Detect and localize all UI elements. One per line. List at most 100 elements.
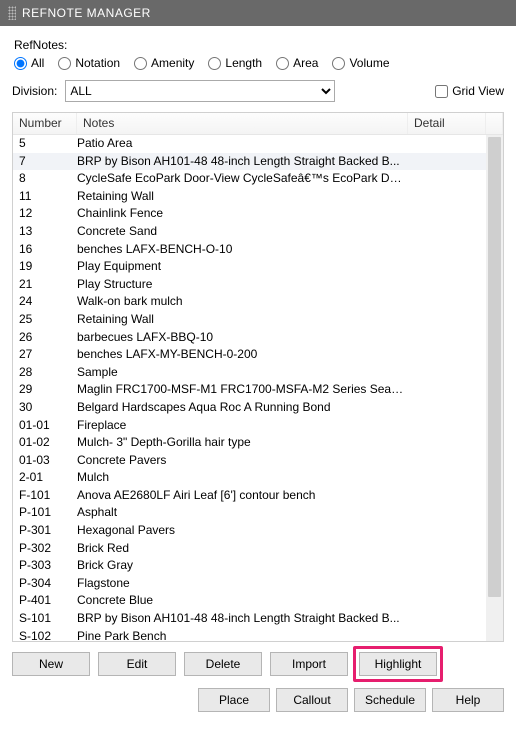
cell-number: 26: [13, 329, 77, 347]
schedule-button[interactable]: Schedule: [354, 688, 426, 712]
table-row[interactable]: S-101BRP by Bison AH101-48 48-inch Lengt…: [13, 610, 486, 628]
cell-detail: [408, 223, 486, 241]
cell-number: P-101: [13, 504, 77, 522]
cell-notes: Flagstone: [77, 575, 408, 593]
refnote-table: Number Notes Detail 5Patio Area7BRP by B…: [12, 112, 504, 642]
cell-detail: [408, 522, 486, 540]
cell-notes: Chainlink Fence: [77, 205, 408, 223]
cell-number: 13: [13, 223, 77, 241]
cell-notes: Brick Gray: [77, 557, 408, 575]
table-row[interactable]: P-303Brick Gray: [13, 557, 486, 575]
table-header: Number Notes Detail: [13, 113, 503, 135]
cell-number: P-304: [13, 575, 77, 593]
filter-amenity-label: Amenity: [151, 56, 194, 70]
highlight-emphasis-frame: Highlight: [353, 646, 443, 682]
highlight-button[interactable]: Highlight: [359, 652, 437, 676]
cell-detail: [408, 540, 486, 558]
cell-number: 8: [13, 170, 77, 188]
table-row[interactable]: 01-03Concrete Pavers: [13, 452, 486, 470]
cell-notes: Patio Area: [77, 135, 408, 153]
cell-number: S-102: [13, 628, 77, 641]
table-row[interactable]: 2-01Mulch: [13, 469, 486, 487]
table-row[interactable]: 01-01Fireplace: [13, 417, 486, 435]
col-header-number[interactable]: Number: [13, 113, 77, 134]
table-row[interactable]: 27benches LAFX-MY-BENCH-0-200: [13, 346, 486, 364]
table-row[interactable]: 24Walk-on bark mulch: [13, 293, 486, 311]
filter-notation[interactable]: Notation: [58, 56, 120, 70]
table-row[interactable]: 28Sample: [13, 364, 486, 382]
callout-button[interactable]: Callout: [276, 688, 348, 712]
table-row[interactable]: P-301Hexagonal Pavers: [13, 522, 486, 540]
filter-volume-label: Volume: [349, 56, 389, 70]
table-row[interactable]: 21Play Structure: [13, 276, 486, 294]
table-row[interactable]: 13Concrete Sand: [13, 223, 486, 241]
cell-detail: [408, 399, 486, 417]
table-row[interactable]: S-102Pine Park Bench: [13, 628, 486, 641]
cell-detail: [408, 205, 486, 223]
cell-detail: [408, 504, 486, 522]
col-header-notes[interactable]: Notes: [77, 113, 408, 134]
new-button[interactable]: New: [12, 652, 90, 676]
cell-detail: [408, 258, 486, 276]
cell-notes: BRP by Bison AH101-48 48-inch Length Str…: [77, 153, 408, 171]
filter-volume-radio[interactable]: [332, 57, 345, 70]
table-row[interactable]: P-302Brick Red: [13, 540, 486, 558]
cell-notes: benches LAFX-MY-BENCH-0-200: [77, 346, 408, 364]
cell-detail: [408, 135, 486, 153]
filter-all-label: All: [31, 56, 44, 70]
import-button[interactable]: Import: [270, 652, 348, 676]
help-button[interactable]: Help: [432, 688, 504, 712]
cell-detail: [408, 311, 486, 329]
cell-detail: [408, 329, 486, 347]
cell-number: P-302: [13, 540, 77, 558]
table-row[interactable]: P-304Flagstone: [13, 575, 486, 593]
filter-length[interactable]: Length: [208, 56, 262, 70]
filter-amenity[interactable]: Amenity: [134, 56, 194, 70]
table-row[interactable]: 7BRP by Bison AH101-48 48-inch Length St…: [13, 153, 486, 171]
scrollbar-thumb[interactable]: [488, 137, 501, 597]
vertical-scrollbar[interactable]: [486, 135, 503, 641]
table-row[interactable]: 11Retaining Wall: [13, 188, 486, 206]
division-select[interactable]: ALL: [65, 80, 335, 102]
cell-notes: Play Equipment: [77, 258, 408, 276]
table-row[interactable]: P-101Asphalt: [13, 504, 486, 522]
table-row[interactable]: 8CycleSafe EcoPark Door-View CycleSafeâ€…: [13, 170, 486, 188]
cell-notes: Concrete Sand: [77, 223, 408, 241]
filter-all[interactable]: All: [14, 56, 44, 70]
place-button[interactable]: Place: [198, 688, 270, 712]
filter-volume[interactable]: Volume: [332, 56, 389, 70]
filter-amenity-radio[interactable]: [134, 57, 147, 70]
table-row[interactable]: 16benches LAFX-BENCH-O-10: [13, 241, 486, 259]
table-row[interactable]: 26barbecues LAFX-BBQ-10: [13, 329, 486, 347]
filter-all-radio[interactable]: [14, 57, 27, 70]
table-row[interactable]: 5Patio Area: [13, 135, 486, 153]
table-row[interactable]: 25Retaining Wall: [13, 311, 486, 329]
table-row[interactable]: F-101Anova AE2680LF Airi Leaf [6'] conto…: [13, 487, 486, 505]
cell-detail: [408, 575, 486, 593]
division-label: Division:: [12, 84, 57, 98]
table-row[interactable]: P-401Concrete Blue: [13, 592, 486, 610]
titlebar-grip-icon: [8, 6, 16, 20]
cell-notes: benches LAFX-BENCH-O-10: [77, 241, 408, 259]
edit-button[interactable]: Edit: [98, 652, 176, 676]
gridview-checkbox[interactable]: [435, 85, 448, 98]
cell-number: 27: [13, 346, 77, 364]
table-row[interactable]: 30Belgard Hardscapes Aqua Roc A Running …: [13, 399, 486, 417]
gridview-toggle[interactable]: Grid View: [435, 84, 504, 98]
cell-notes: Retaining Wall: [77, 311, 408, 329]
cell-notes: CycleSafe EcoPark Door-View CycleSafeâ€™…: [77, 170, 408, 188]
table-row[interactable]: 19Play Equipment: [13, 258, 486, 276]
filter-notation-radio[interactable]: [58, 57, 71, 70]
filter-area-radio[interactable]: [276, 57, 289, 70]
cell-notes: Asphalt: [77, 504, 408, 522]
filter-length-radio[interactable]: [208, 57, 221, 70]
filter-area[interactable]: Area: [276, 56, 318, 70]
cell-number: 21: [13, 276, 77, 294]
cell-notes: Hexagonal Pavers: [77, 522, 408, 540]
table-row[interactable]: 01-02Mulch- 3" Depth-Gorilla hair type: [13, 434, 486, 452]
table-row[interactable]: 29Maglin FRC1700-MSF-M1 FRC1700-MSFA-M2 …: [13, 381, 486, 399]
col-header-detail[interactable]: Detail: [408, 113, 486, 134]
table-row[interactable]: 12Chainlink Fence: [13, 205, 486, 223]
titlebar[interactable]: REFNOTE MANAGER: [0, 0, 516, 26]
delete-button[interactable]: Delete: [184, 652, 262, 676]
